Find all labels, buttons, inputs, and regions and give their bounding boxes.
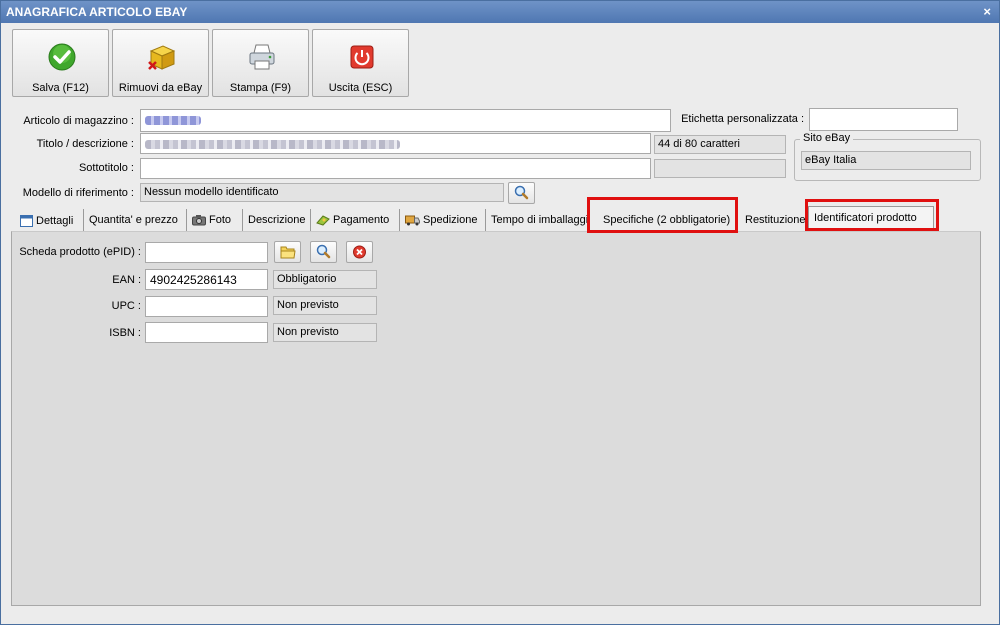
epid-clear-button[interactable] <box>346 241 373 263</box>
calendar-icon <box>20 215 33 227</box>
camera-icon <box>192 215 206 226</box>
redacted-text <box>145 116 201 125</box>
box-remove-icon <box>148 45 176 70</box>
tab-pagamento[interactable]: Pagamento <box>311 209 400 231</box>
char-count: 44 di 80 caratteri <box>654 135 786 154</box>
main-window: ANAGRAFICA ARTICOLO EBAY × Salva (F12) R… <box>0 0 1000 625</box>
tab-bar: Dettagli Quantita' e prezzo Foto Descriz… <box>15 206 985 232</box>
magnifier-icon <box>316 244 331 259</box>
delete-icon <box>353 245 366 259</box>
exit-label: Uscita (ESC) <box>328 82 393 94</box>
sottotitolo-count <box>654 159 786 178</box>
green-check-icon <box>48 43 76 71</box>
epid-search-button[interactable] <box>310 241 337 263</box>
tab-identificatori-prodotto[interactable]: Identificatori prodotto <box>808 206 934 231</box>
window-title: ANAGRAFICA ARTICOLO EBAY <box>6 5 188 19</box>
tab-spedizione-label: Spedizione <box>423 214 478 226</box>
tab-restituzione[interactable]: Restituzione <box>740 209 808 231</box>
shipping-icon <box>405 215 420 226</box>
isbn-field[interactable] <box>145 322 268 343</box>
epid-open-button[interactable] <box>274 241 301 263</box>
tab-identificatori-label: Identificatori prodotto <box>814 212 917 224</box>
titolo-label: Titolo / descrizione : <box>36 138 134 150</box>
magnifier-icon <box>514 185 529 200</box>
upc-label: UPC : <box>111 300 141 312</box>
tab-foto-label: Foto <box>209 214 232 226</box>
modello-value: Nessun modello identificato <box>140 183 504 202</box>
tab-specifiche[interactable]: Specifiche (2 obbligatorie) <box>598 209 736 231</box>
articolo-label: Articolo di magazzino : <box>23 115 134 127</box>
ean-field[interactable]: 4902425286143 <box>145 269 268 290</box>
modello-label: Modello di riferimento : <box>22 187 134 199</box>
ean-status: Obbligatorio <box>273 270 377 289</box>
exit-button[interactable]: Uscita (ESC) <box>312 29 409 97</box>
tab-tempo-imballaggio-label: Tempo di imballaggio <box>491 214 590 226</box>
save-label: Salva (F12) <box>32 82 89 94</box>
tab-spedizione[interactable]: Spedizione <box>400 209 486 231</box>
epid-label: Scheda prodotto (ePID) : <box>19 246 141 258</box>
folder-icon <box>280 246 296 259</box>
tab-dettagli-label: Dettagli <box>36 215 74 227</box>
tab-restituzione-label: Restituzione <box>745 214 806 226</box>
sottotitolo-field[interactable] <box>140 158 651 179</box>
sottotitolo-label: Sottotitolo : <box>78 162 134 174</box>
ean-label: EAN : <box>112 274 141 286</box>
isbn-label: ISBN : <box>109 327 141 339</box>
etichetta-field[interactable] <box>809 108 958 131</box>
print-button[interactable]: Stampa (F9) <box>212 29 309 97</box>
tab-descrizione[interactable]: Descrizione <box>243 209 311 231</box>
etichetta-label: Etichetta personalizzata : <box>681 113 804 125</box>
tab-quantita[interactable]: Quantita' e prezzo <box>84 209 187 231</box>
upc-field[interactable] <box>145 296 268 317</box>
upc-status: Non previsto <box>273 296 377 315</box>
redacted-text <box>145 140 400 149</box>
sito-ebay-value: eBay Italia <box>801 151 971 170</box>
tab-quantita-label: Quantita' e prezzo <box>89 214 178 226</box>
print-label: Stampa (F9) <box>229 82 292 94</box>
power-off-icon <box>350 45 374 69</box>
window-titlebar: ANAGRAFICA ARTICOLO EBAY × <box>1 1 999 23</box>
isbn-status: Non previsto <box>273 323 377 342</box>
remove-label: Rimuovi da eBay <box>118 82 203 94</box>
search-model-button[interactable] <box>508 182 535 204</box>
remove-from-ebay-button[interactable]: Rimuovi da eBay <box>112 29 209 97</box>
titolo-field[interactable] <box>140 133 651 154</box>
tab-pagamento-label: Pagamento <box>333 214 390 226</box>
tab-tempo-imballaggio[interactable]: Tempo di imballaggio <box>486 209 590 231</box>
printer-icon <box>249 44 275 70</box>
tab-specifiche-label: Specifiche (2 obbligatorie) <box>603 214 731 226</box>
epid-field[interactable] <box>145 242 268 263</box>
tab-foto[interactable]: Foto <box>187 209 243 231</box>
close-icon[interactable]: × <box>983 4 991 19</box>
tab-descrizione-label: Descrizione <box>248 214 306 226</box>
articolo-field[interactable] <box>140 109 671 132</box>
payment-icon <box>316 215 330 226</box>
sito-ebay-title: Sito eBay <box>800 132 854 144</box>
save-button[interactable]: Salva (F12) <box>12 29 109 97</box>
tab-dettagli[interactable]: Dettagli <box>15 209 84 231</box>
